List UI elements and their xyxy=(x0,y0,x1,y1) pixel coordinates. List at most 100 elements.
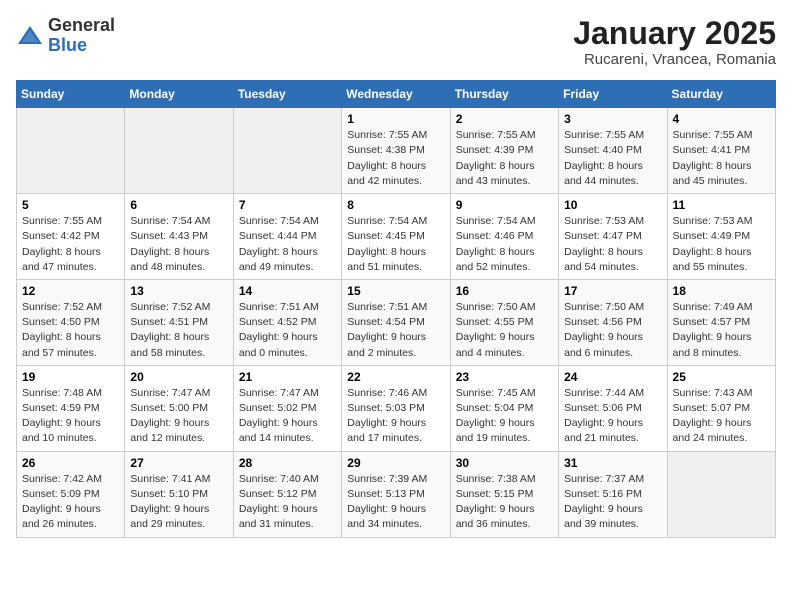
calendar-cell: 16Sunrise: 7:50 AM Sunset: 4:55 PM Dayli… xyxy=(450,279,558,365)
calendar-cell: 20 Sunrise: 7:47 AM Sunset: 5:00 PM Dayli… xyxy=(125,365,233,451)
weekday-header-saturday: Saturday xyxy=(667,81,775,108)
page-subtitle: Rucareni, Vrancea, Romania xyxy=(573,51,776,68)
calendar-cell: 12Sunrise: 7:52 AM Sunset: 4:50 PM Dayli… xyxy=(17,279,125,365)
weekday-header-sunday: Sunday xyxy=(17,81,125,108)
day-info: Sunrise: 7:42 AM Sunset: 5:09 PM Dayligh… xyxy=(22,472,119,533)
day-info: Sunrise: 7:51 AM Sunset: 4:52 PM Dayligh… xyxy=(239,300,336,361)
calendar-cell: 9Sunrise: 7:54 AM Sunset: 4:46 PM Daylig… xyxy=(450,194,558,280)
day-info: Sunrise: 7:55 AM Sunset: 4:41 PM Dayligh… xyxy=(673,128,770,189)
calendar-week-4: 19 Sunrise: 7:48 AM Sunset: 4:59 PM Dayli… xyxy=(17,365,776,451)
calendar-cell: 8Sunrise: 7:54 AM Sunset: 4:45 PM Daylig… xyxy=(342,194,450,280)
calendar-week-3: 12Sunrise: 7:52 AM Sunset: 4:50 PM Dayli… xyxy=(17,279,776,365)
calendar-table: SundayMondayTuesdayWednesdayThursdayFrid… xyxy=(16,80,776,537)
calendar-cell xyxy=(17,108,125,194)
day-info: Sunrise: 7:43 AM Sunset: 5:07 PM Dayligh… xyxy=(673,386,770,447)
day-number: 31 xyxy=(564,456,661,470)
day-info: Sunrise: 7:55 AM Sunset: 4:38 PM Dayligh… xyxy=(347,128,444,189)
calendar-cell: 5 Sunrise: 7:55 AM Sunset: 4:42 PM Daylig… xyxy=(17,194,125,280)
calendar-cell: 24Sunrise: 7:44 AM Sunset: 5:06 PM Dayli… xyxy=(559,365,667,451)
day-info: Sunrise: 7:39 AM Sunset: 5:13 PM Dayligh… xyxy=(347,472,444,533)
calendar-cell: 3 Sunrise: 7:55 AM Sunset: 4:40 PM Daylig… xyxy=(559,108,667,194)
weekday-header-monday: Monday xyxy=(125,81,233,108)
day-number: 17 xyxy=(564,284,661,298)
calendar-week-5: 26 Sunrise: 7:42 AM Sunset: 5:09 PM Dayli… xyxy=(17,451,776,537)
day-info: Sunrise: 7:54 AM Sunset: 4:43 PM Dayligh… xyxy=(130,214,227,275)
day-number: 6 xyxy=(130,198,227,212)
calendar-cell: 4 Sunrise: 7:55 AM Sunset: 4:41 PM Daylig… xyxy=(667,108,775,194)
calendar-cell: 14 Sunrise: 7:51 AM Sunset: 4:52 PM Dayli… xyxy=(233,279,341,365)
day-info: Sunrise: 7:46 AM Sunset: 5:03 PM Dayligh… xyxy=(347,386,444,447)
logo: General Blue xyxy=(16,16,115,56)
day-number: 11 xyxy=(673,198,770,212)
day-info: Sunrise: 7:44 AM Sunset: 5:06 PM Dayligh… xyxy=(564,386,661,447)
weekday-header-thursday: Thursday xyxy=(450,81,558,108)
calendar-cell: 11Sunrise: 7:53 AM Sunset: 4:49 PM Dayli… xyxy=(667,194,775,280)
day-info: Sunrise: 7:48 AM Sunset: 4:59 PM Dayligh… xyxy=(22,386,119,447)
day-info: Sunrise: 7:40 AM Sunset: 5:12 PM Dayligh… xyxy=(239,472,336,533)
calendar-cell: 7 Sunrise: 7:54 AM Sunset: 4:44 PM Daylig… xyxy=(233,194,341,280)
calendar-cell: 2Sunrise: 7:55 AM Sunset: 4:39 PM Daylig… xyxy=(450,108,558,194)
page-header: General Blue January 2025 Rucareni, Vran… xyxy=(16,16,776,68)
day-number: 23 xyxy=(456,370,553,384)
calendar-cell: 31 Sunrise: 7:37 AM Sunset: 5:16 PM Dayli… xyxy=(559,451,667,537)
day-info: Sunrise: 7:55 AM Sunset: 4:39 PM Dayligh… xyxy=(456,128,553,189)
day-info: Sunrise: 7:47 AM Sunset: 5:02 PM Dayligh… xyxy=(239,386,336,447)
day-number: 14 xyxy=(239,284,336,298)
day-info: Sunrise: 7:54 AM Sunset: 4:46 PM Dayligh… xyxy=(456,214,553,275)
day-number: 25 xyxy=(673,370,770,384)
day-number: 7 xyxy=(239,198,336,212)
calendar-cell: 26 Sunrise: 7:42 AM Sunset: 5:09 PM Dayli… xyxy=(17,451,125,537)
calendar-cell xyxy=(233,108,341,194)
weekday-row: SundayMondayTuesdayWednesdayThursdayFrid… xyxy=(17,81,776,108)
calendar-cell: 19 Sunrise: 7:48 AM Sunset: 4:59 PM Dayli… xyxy=(17,365,125,451)
day-info: Sunrise: 7:50 AM Sunset: 4:56 PM Dayligh… xyxy=(564,300,661,361)
day-number: 30 xyxy=(456,456,553,470)
calendar-cell: 22Sunrise: 7:46 AM Sunset: 5:03 PM Dayli… xyxy=(342,365,450,451)
day-number: 13 xyxy=(130,284,227,298)
day-number: 21 xyxy=(239,370,336,384)
weekday-header-tuesday: Tuesday xyxy=(233,81,341,108)
day-info: Sunrise: 7:52 AM Sunset: 4:51 PM Dayligh… xyxy=(130,300,227,361)
calendar-cell: 10 Sunrise: 7:53 AM Sunset: 4:47 PM Dayli… xyxy=(559,194,667,280)
calendar-header: SundayMondayTuesdayWednesdayThursdayFrid… xyxy=(17,81,776,108)
calendar-cell: 29Sunrise: 7:39 AM Sunset: 5:13 PM Dayli… xyxy=(342,451,450,537)
calendar-cell: 18Sunrise: 7:49 AM Sunset: 4:57 PM Dayli… xyxy=(667,279,775,365)
day-info: Sunrise: 7:45 AM Sunset: 5:04 PM Dayligh… xyxy=(456,386,553,447)
calendar-body: 1 Sunrise: 7:55 AM Sunset: 4:38 PM Daylig… xyxy=(17,108,776,537)
logo-general-text: General xyxy=(48,15,115,35)
day-number: 16 xyxy=(456,284,553,298)
day-number: 3 xyxy=(564,112,661,126)
calendar-cell: 1 Sunrise: 7:55 AM Sunset: 4:38 PM Daylig… xyxy=(342,108,450,194)
day-number: 28 xyxy=(239,456,336,470)
day-info: Sunrise: 7:55 AM Sunset: 4:42 PM Dayligh… xyxy=(22,214,119,275)
calendar-cell: 6 Sunrise: 7:54 AM Sunset: 4:43 PM Daylig… xyxy=(125,194,233,280)
day-number: 20 xyxy=(130,370,227,384)
day-number: 19 xyxy=(22,370,119,384)
day-info: Sunrise: 7:47 AM Sunset: 5:00 PM Dayligh… xyxy=(130,386,227,447)
calendar-week-1: 1 Sunrise: 7:55 AM Sunset: 4:38 PM Daylig… xyxy=(17,108,776,194)
day-info: Sunrise: 7:49 AM Sunset: 4:57 PM Dayligh… xyxy=(673,300,770,361)
day-info: Sunrise: 7:53 AM Sunset: 4:47 PM Dayligh… xyxy=(564,214,661,275)
day-info: Sunrise: 7:37 AM Sunset: 5:16 PM Dayligh… xyxy=(564,472,661,533)
day-number: 27 xyxy=(130,456,227,470)
calendar-cell: 21 Sunrise: 7:47 AM Sunset: 5:02 PM Dayli… xyxy=(233,365,341,451)
calendar-cell: 30 Sunrise: 7:38 AM Sunset: 5:15 PM Dayli… xyxy=(450,451,558,537)
day-number: 4 xyxy=(673,112,770,126)
title-block: January 2025 Rucareni, Vrancea, Romania xyxy=(573,16,776,68)
day-info: Sunrise: 7:55 AM Sunset: 4:40 PM Dayligh… xyxy=(564,128,661,189)
day-info: Sunrise: 7:54 AM Sunset: 4:45 PM Dayligh… xyxy=(347,214,444,275)
calendar-cell: 17 Sunrise: 7:50 AM Sunset: 4:56 PM Dayli… xyxy=(559,279,667,365)
day-number: 10 xyxy=(564,198,661,212)
day-info: Sunrise: 7:54 AM Sunset: 4:44 PM Dayligh… xyxy=(239,214,336,275)
day-info: Sunrise: 7:41 AM Sunset: 5:10 PM Dayligh… xyxy=(130,472,227,533)
day-info: Sunrise: 7:38 AM Sunset: 5:15 PM Dayligh… xyxy=(456,472,553,533)
logo-icon xyxy=(16,22,44,50)
page-title: January 2025 xyxy=(573,16,776,51)
calendar-cell xyxy=(667,451,775,537)
day-number: 26 xyxy=(22,456,119,470)
day-info: Sunrise: 7:51 AM Sunset: 4:54 PM Dayligh… xyxy=(347,300,444,361)
weekday-header-wednesday: Wednesday xyxy=(342,81,450,108)
calendar-cell xyxy=(125,108,233,194)
day-number: 1 xyxy=(347,112,444,126)
day-number: 5 xyxy=(22,198,119,212)
